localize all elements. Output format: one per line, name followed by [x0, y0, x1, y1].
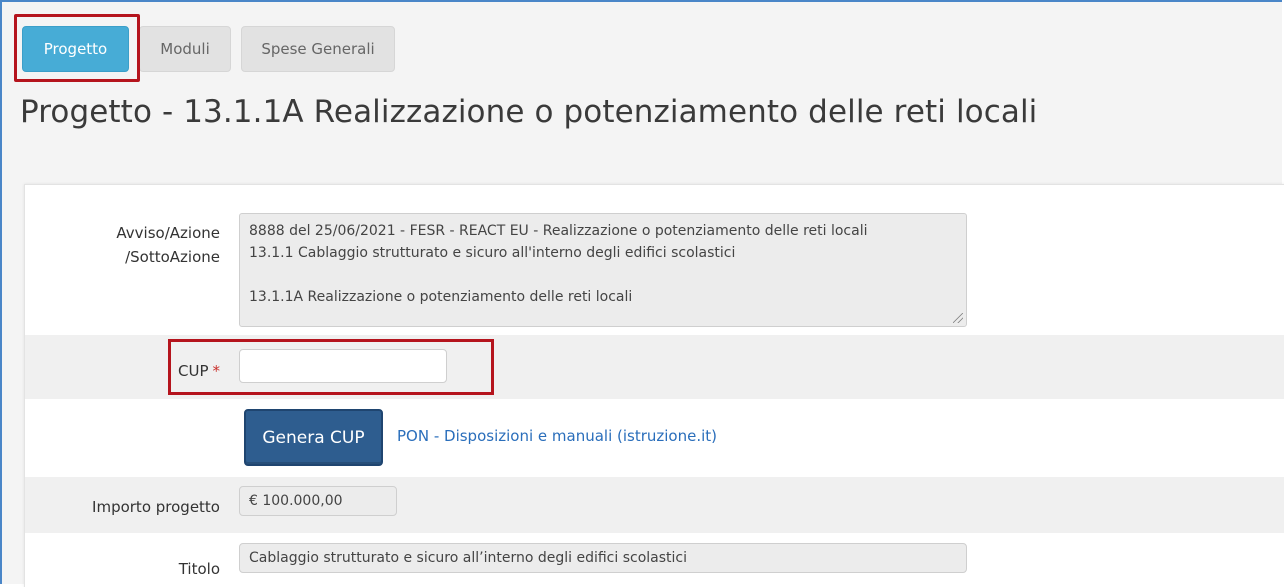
avviso-text-line1: 8888 del 25/06/2021 - FESR - REACT EU - …: [249, 223, 868, 239]
avviso-label: Avviso/Azione /SottoAzione: [116, 221, 220, 269]
avviso-text-line2: 13.1.1 Cablaggio strutturato e sicuro al…: [249, 245, 736, 261]
resize-grip-icon[interactable]: [953, 313, 963, 323]
project-form-panel: Avviso/Azione /SottoAzione 8888 del 25/0…: [24, 184, 1284, 587]
manuals-link[interactable]: PON - Disposizioni e manuali (istruzione…: [397, 427, 717, 445]
titolo-row: Titolo Cablaggio strutturato e sicuro al…: [25, 533, 1284, 587]
page-title: Progetto - 13.1.1A Realizzazione o poten…: [20, 94, 1038, 130]
tab-spese-generali[interactable]: Spese Generali: [241, 26, 395, 72]
titolo-label: Titolo: [178, 560, 220, 578]
importo-label: Importo progetto: [92, 498, 220, 516]
avviso-text-line3: [249, 264, 957, 286]
avviso-textarea[interactable]: 8888 del 25/06/2021 - FESR - REACT EU - …: [239, 213, 967, 327]
tab-moduli[interactable]: Moduli: [139, 26, 231, 72]
highlight-box-tab: [14, 14, 140, 82]
genera-cup-button[interactable]: Genera CUP: [244, 409, 383, 466]
importo-row: Importo progetto € 100.000,00: [25, 477, 1284, 533]
page-frame: Progetto Moduli Spese Generali Progetto …: [0, 0, 1284, 587]
importo-field[interactable]: € 100.000,00: [239, 486, 397, 516]
avviso-label-line2: /SottoAzione: [125, 248, 220, 266]
titolo-field[interactable]: Cablaggio strutturato e sicuro all’inter…: [239, 543, 967, 573]
titolo-value: Cablaggio strutturato e sicuro all’inter…: [249, 550, 687, 566]
avviso-text-line4: 13.1.1A Realizzazione o potenziamento de…: [249, 289, 633, 305]
avviso-row: Avviso/Azione /SottoAzione 8888 del 25/0…: [25, 185, 1284, 335]
avviso-label-line1: Avviso/Azione: [116, 224, 220, 242]
highlight-box-cup: [168, 339, 494, 395]
importo-value: € 100.000,00: [249, 493, 343, 509]
